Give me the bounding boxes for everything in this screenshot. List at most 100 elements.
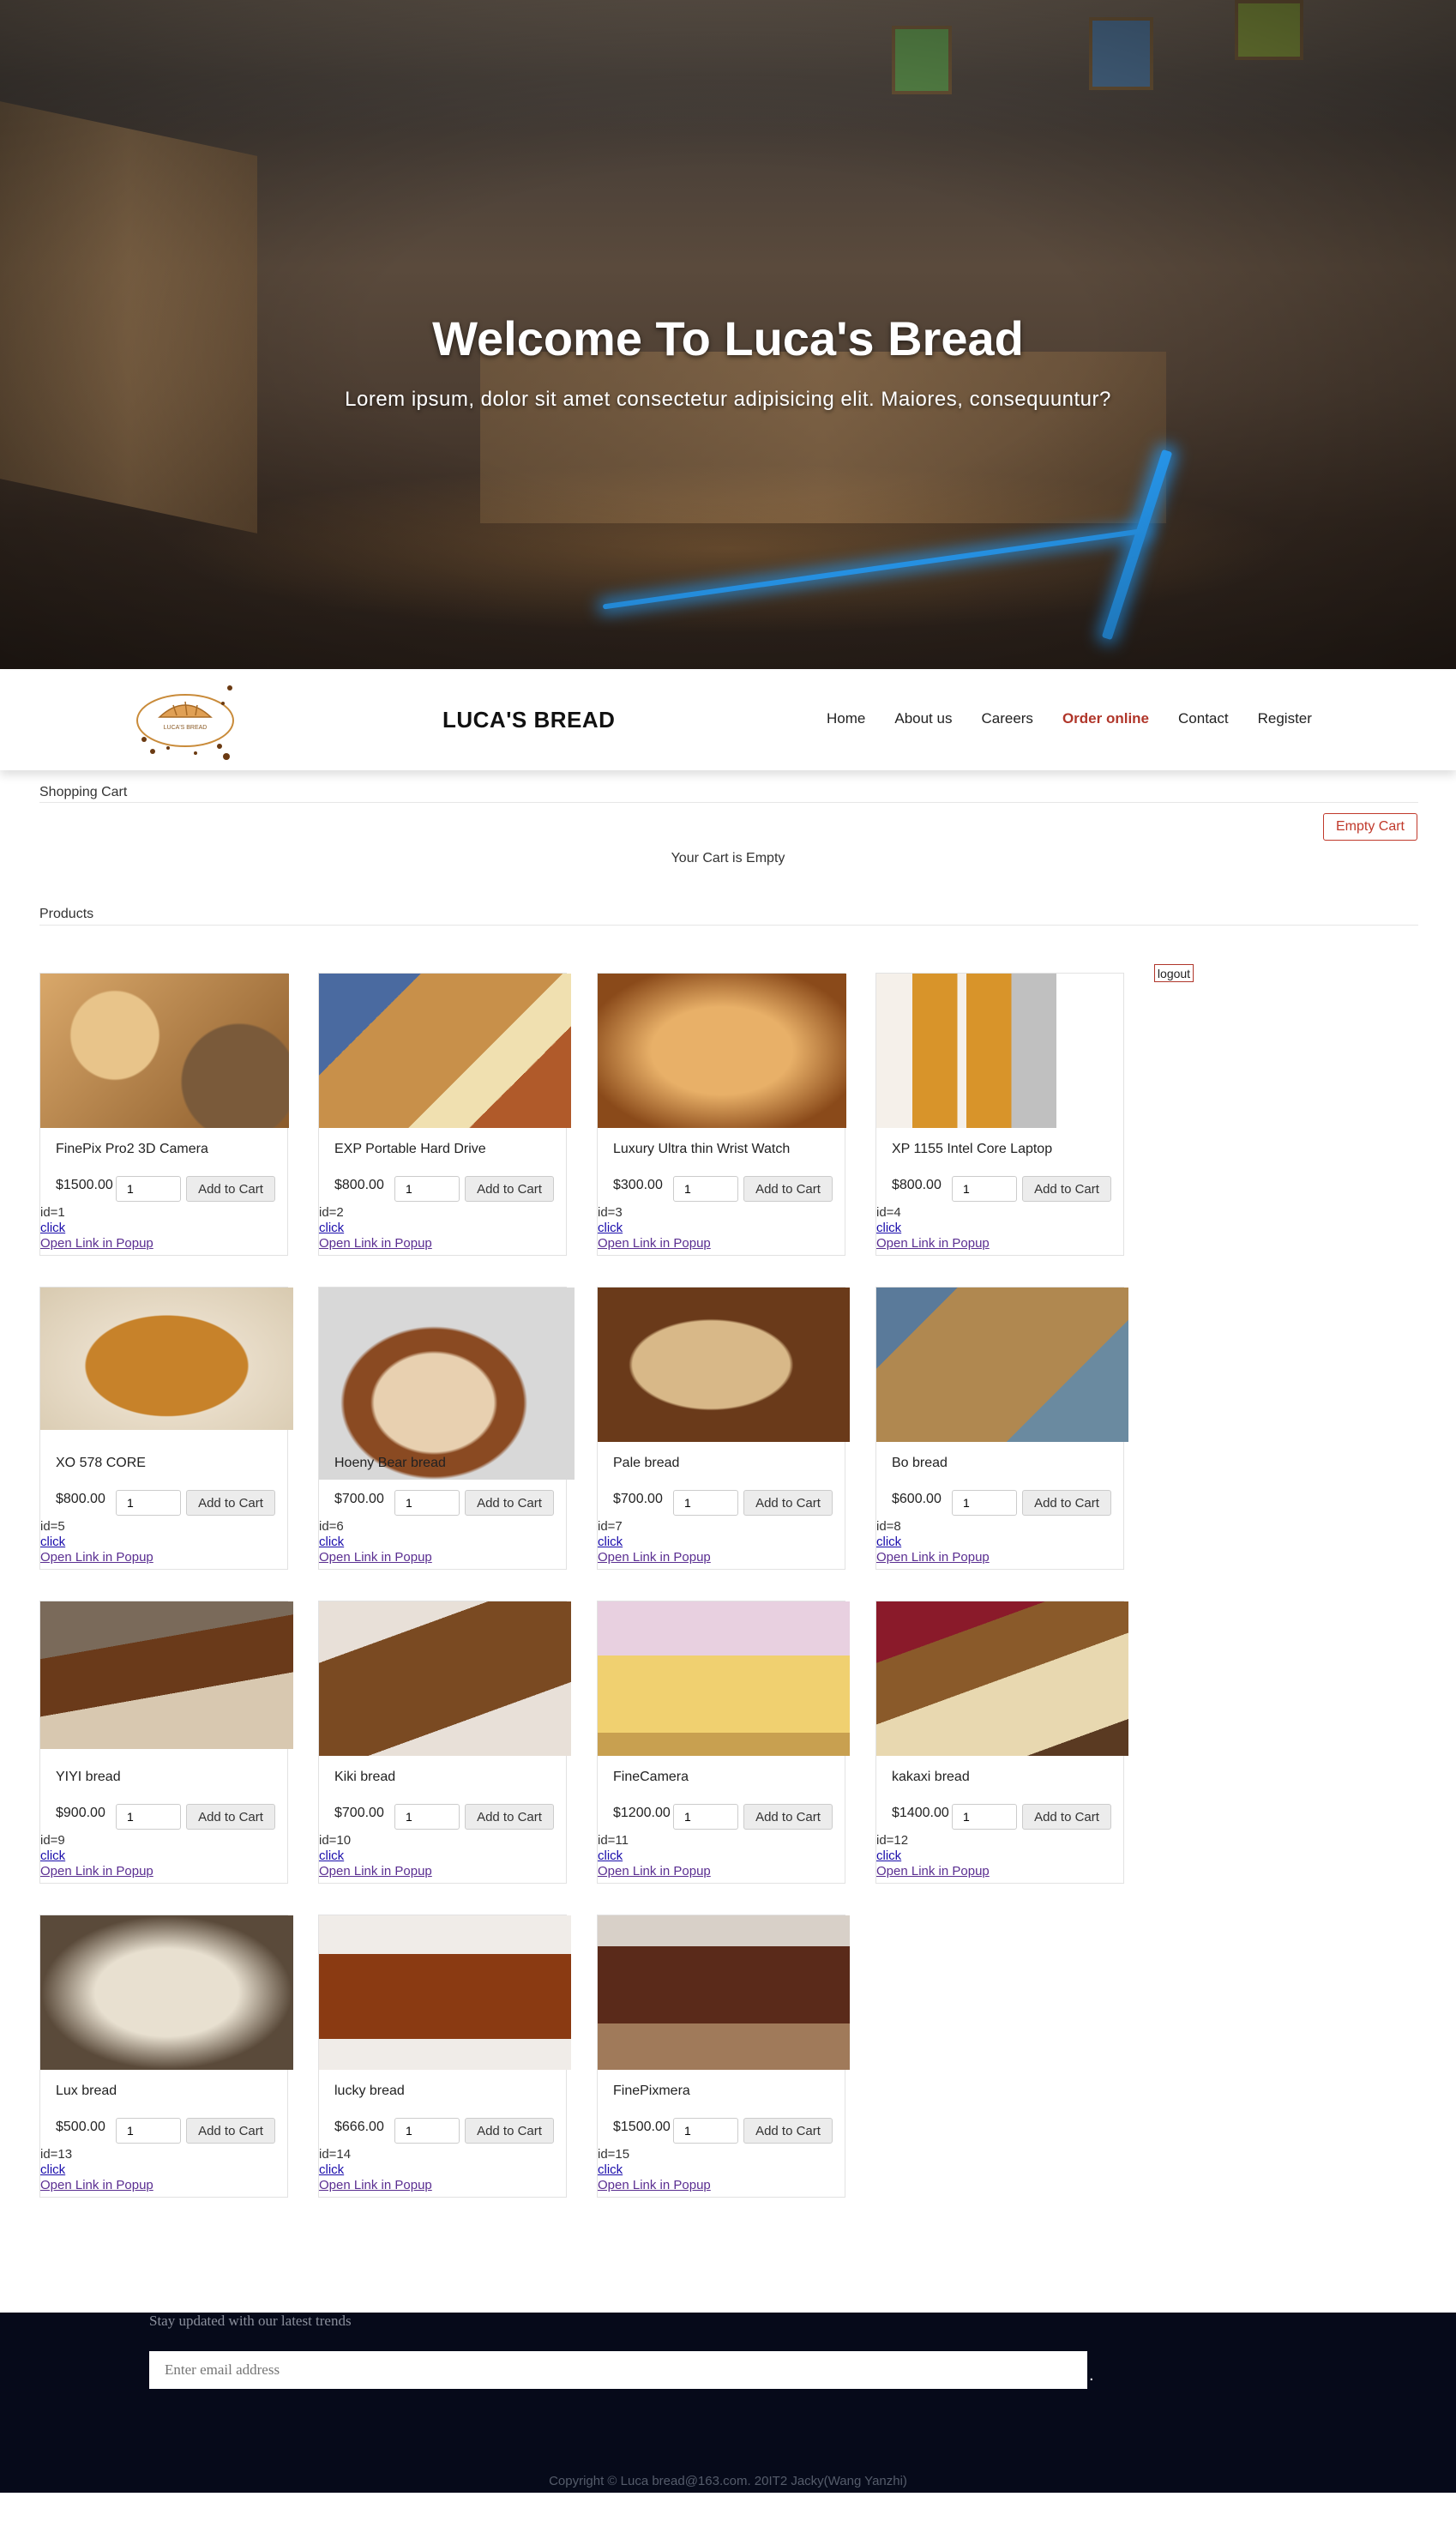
add-to-cart-button[interactable]: Add to Cart <box>1022 1490 1111 1516</box>
add-to-cart-button[interactable]: Add to Cart <box>465 2118 554 2144</box>
open-popup-link[interactable]: Open Link in Popup <box>598 1864 711 1879</box>
nav-careers[interactable]: Careers <box>981 710 1032 727</box>
click-link[interactable]: click <box>598 2162 623 2177</box>
quantity-input[interactable] <box>673 1176 738 1202</box>
product-card: EXP Portable Hard Drive $800.00 Add to Car… <box>318 973 571 1256</box>
quantity-input[interactable] <box>673 1804 738 1830</box>
product-price: $600.00 <box>892 1492 942 1506</box>
click-link[interactable]: click <box>40 1221 65 1235</box>
add-to-cart-button[interactable]: Add to Cart <box>1022 1176 1111 1202</box>
cart-empty-message: Your Cart is Empty <box>671 851 785 865</box>
open-popup-link[interactable]: Open Link in Popup <box>40 1550 153 1565</box>
empty-cart-button[interactable]: Empty Cart <box>1323 813 1417 841</box>
product-id: id=5 <box>40 1519 65 1534</box>
product-price: $800.00 <box>334 1178 384 1192</box>
product-price: $500.00 <box>56 2120 105 2134</box>
quantity-input[interactable] <box>116 1490 181 1516</box>
shopping-cart-title: Shopping Cart <box>39 785 128 799</box>
click-link[interactable]: click <box>876 1535 901 1549</box>
click-link[interactable]: click <box>40 2162 65 2177</box>
product-price: $1500.00 <box>56 1178 113 1192</box>
add-to-cart-button[interactable]: Add to Cart <box>186 1804 275 1830</box>
quantity-input[interactable] <box>673 1490 738 1516</box>
add-to-cart-button[interactable]: Add to Cart <box>743 1176 833 1202</box>
product-id: id=7 <box>598 1519 623 1534</box>
product-name: EXP Portable Hard Drive <box>334 1142 486 1156</box>
product-id: id=6 <box>319 1519 344 1534</box>
quantity-input[interactable] <box>116 2118 181 2144</box>
quantity-input[interactable] <box>116 1176 181 1202</box>
add-to-cart-button[interactable]: Add to Cart <box>1022 1804 1111 1830</box>
quantity-input[interactable] <box>673 2118 738 2144</box>
open-popup-link[interactable]: Open Link in Popup <box>319 1864 432 1879</box>
product-name: YIYI bread <box>56 1770 121 1784</box>
product-card: XO 578 CORE $800.00 Add to Cart id=5clickOp… <box>39 1287 293 1570</box>
open-popup-link[interactable]: Open Link in Popup <box>319 1236 432 1251</box>
add-to-cart-button[interactable]: Add to Cart <box>465 1176 554 1202</box>
product-id: id=4 <box>876 1205 901 1220</box>
product-price: $800.00 <box>56 1492 105 1506</box>
logout-button[interactable]: logout <box>1154 964 1194 982</box>
quantity-input[interactable] <box>394 1490 460 1516</box>
logo-text: LUCA'S BREAD <box>164 725 208 731</box>
product-name: Bo bread <box>892 1456 948 1470</box>
quantity-input[interactable] <box>952 1490 1017 1516</box>
click-link[interactable]: click <box>319 1535 344 1549</box>
open-popup-link[interactable]: Open Link in Popup <box>876 1236 990 1251</box>
quantity-input[interactable] <box>394 2118 460 2144</box>
add-to-cart-button[interactable]: Add to Cart <box>743 1804 833 1830</box>
add-to-cart-button[interactable]: Add to Cart <box>743 1490 833 1516</box>
quantity-input[interactable] <box>952 1176 1017 1202</box>
add-to-cart-button[interactable]: Add to Cart <box>743 2118 833 2144</box>
nav-contact[interactable]: Contact <box>1178 710 1229 727</box>
open-popup-link[interactable]: Open Link in Popup <box>876 1864 990 1879</box>
open-popup-link[interactable]: Open Link in Popup <box>319 1550 432 1565</box>
newsletter-email-input[interactable] <box>149 2351 1087 2389</box>
luca-bread-logo[interactable]: LUCA'S BREAD <box>134 679 237 762</box>
quantity-input[interactable] <box>116 1804 181 1830</box>
nav-about-us[interactable]: About us <box>894 710 952 727</box>
product-card: lucky bread $666.00 Add to Cart id=14clickO… <box>318 1915 571 2198</box>
product-name: XP 1155 Intel Core Laptop <box>892 1142 1053 1156</box>
click-link[interactable]: click <box>319 1848 344 1863</box>
open-popup-link[interactable]: Open Link in Popup <box>40 1236 153 1251</box>
add-to-cart-button[interactable]: Add to Cart <box>465 1804 554 1830</box>
click-link[interactable]: click <box>40 1848 65 1863</box>
click-link[interactable]: click <box>319 1221 344 1235</box>
click-link[interactable]: click <box>598 1221 623 1235</box>
add-to-cart-button[interactable]: Add to Cart <box>186 2118 275 2144</box>
open-popup-link[interactable]: Open Link in Popup <box>40 1864 153 1879</box>
main-menu: Home About us Careers Order online Conta… <box>827 710 1312 727</box>
quantity-input[interactable] <box>394 1804 460 1830</box>
add-to-cart-button[interactable]: Add to Cart <box>186 1176 275 1202</box>
open-popup-link[interactable]: Open Link in Popup <box>598 1236 711 1251</box>
click-link[interactable]: click <box>319 2162 344 2177</box>
open-popup-link[interactable]: Open Link in Popup <box>876 1550 990 1565</box>
click-link[interactable]: click <box>598 1848 623 1863</box>
product-card: XP 1155 Intel Core Laptop $800.00 Add to C… <box>875 973 1124 1256</box>
brand-name: LUCA'S BREAD <box>442 707 616 733</box>
product-card: Bo bread $600.00 Add to Cart id=8clickOpen … <box>875 1287 1128 1570</box>
click-link[interactable]: click <box>876 1848 901 1863</box>
open-popup-link[interactable]: Open Link in Popup <box>40 2178 153 2192</box>
nav-register[interactable]: Register <box>1258 710 1312 727</box>
product-card: Lux bread $500.00 Add to Cart id=13clickOpe… <box>39 1915 293 2198</box>
click-link[interactable]: click <box>40 1535 65 1549</box>
product-card: YIYI bread $900.00 Add to Cart id=9clickOpe… <box>39 1601 293 1884</box>
product-card: kakaxi bread $1400.00 Add to Cart id=12clic… <box>875 1601 1128 1884</box>
open-popup-link[interactable]: Open Link in Popup <box>598 2178 711 2192</box>
nav-order-online[interactable]: Order online <box>1062 710 1149 727</box>
open-popup-link[interactable]: Open Link in Popup <box>598 1550 711 1565</box>
quantity-input[interactable] <box>952 1804 1017 1830</box>
open-popup-link[interactable]: Open Link in Popup <box>319 2178 432 2192</box>
product-card: FineCamera $1200.00 Add to Cart id=11clickO… <box>597 1601 850 1884</box>
product-image <box>598 1601 850 1756</box>
add-to-cart-button[interactable]: Add to Cart <box>465 1490 554 1516</box>
product-image <box>319 1601 571 1756</box>
quantity-input[interactable] <box>394 1176 460 1202</box>
add-to-cart-button[interactable]: Add to Cart <box>186 1490 275 1516</box>
hero-banner: Welcome To Luca's Bread Lorem ipsum, dol… <box>0 0 1456 669</box>
click-link[interactable]: click <box>598 1535 623 1549</box>
nav-home[interactable]: Home <box>827 710 865 727</box>
click-link[interactable]: click <box>876 1221 901 1235</box>
